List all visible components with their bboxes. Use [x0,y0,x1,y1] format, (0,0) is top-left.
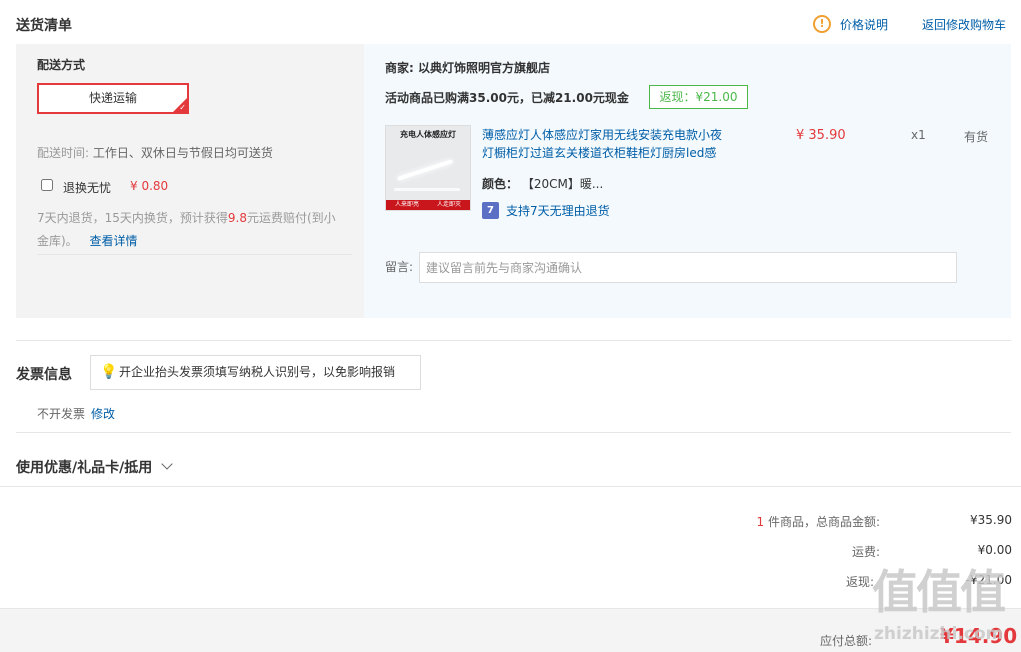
page-title: 送货清单 [16,18,72,34]
merchant-name: 以典灯饰照明官方旗舰店 [418,61,551,75]
coupon-title: 使用优惠/礼品卡/抵用 [16,460,153,476]
memo-label: 留言: [385,260,414,274]
return-insurance-checkbox[interactable] [41,179,53,191]
invoice-tip-text: 开企业抬头发票须填写纳税人识别号，以免影响报销 [119,365,396,379]
promo-text: 活动商品已购满35.00元，已减21.00元现金 [385,91,629,105]
product-name-line1: 薄感应灯人体感应灯家用无线安装充电款小夜 [482,128,723,142]
divider [37,254,352,255]
return-description: 7天内退货，15天内换货，预计获得9.8元运费赔付(到小 金库)。 查看详情 [37,207,352,253]
delivery-time-value: 工作日、双休日与节假日均可送货 [92,146,273,160]
delivery-section-label: 配送方式 [37,58,86,72]
banner-left: 人来即亮 [394,201,419,208]
return-insurance-label: 退换无忧 [63,181,112,195]
warning-icon: ! [813,15,831,33]
summary-rebate-label: 返现: [845,575,874,589]
product-name-link[interactable]: 薄感应灯人体感应灯家用无线安装充电款小夜 灯橱柜灯过道玄关楼道衣柜鞋柜灯厨房le… [482,126,782,162]
return-policy-icon: 7 [482,202,499,219]
items-total: ¥35.90 [970,513,1012,527]
invoice-status: 不开发票 [37,407,86,421]
product-quantity: x1 [911,128,926,142]
return-desc-line2: 金库)。 [37,234,78,248]
product-image-caption: 充电人体感应灯 [400,130,456,139]
details-link[interactable]: 查看详情 [90,234,138,248]
return-desc-suffix: 元运费赔付(到小 [247,211,336,225]
product-image-banner: 人来即亮 人走即灭 [386,200,470,210]
item-count: 1 [756,515,765,529]
divider [16,340,1011,341]
chevron-down-icon [161,458,173,470]
return-desc-amount: 9.8 [227,211,247,225]
delivery-time-label: 配送时间: [37,146,90,160]
divider [16,432,1011,433]
check-icon: ✓ [179,103,186,112]
lamp-bar-shape-2 [394,188,460,191]
product-color-label: 颜色： [482,177,519,191]
product-stock: 有货 [964,130,989,144]
product-color-value: 【20CM】暖... [521,177,604,191]
return-insurance-price: ¥ 0.80 [130,179,169,193]
shipping-method-button[interactable]: 快递运输 ✓ [37,83,189,114]
return-policy-link[interactable]: 支持7天无理由退货 [506,202,610,219]
invoice-title: 发票信息 [16,367,72,383]
return-desc-prefix: 7天内退货，15天内换货，预计获得 [37,211,228,225]
product-color: 颜色： 【20CM】暖... [482,175,603,192]
delivery-time: 配送时间: 工作日、双休日与节假日均可送货 [37,144,273,161]
shipping-method-label: 快递运输 [88,91,137,105]
product-image[interactable]: 充电人体感应灯 人来即亮 人走即灭 [385,125,471,211]
memo-input[interactable] [419,252,957,283]
lightbulb-icon: 💡 [100,364,118,380]
banner-right: 人走即灭 [436,201,461,208]
rebate-badge: 返现：¥21.00 [649,85,748,109]
items-label: 件商品，总商品金额: [767,515,880,529]
summary-items-row: 1 件商品，总商品金额: [660,513,880,530]
watermark-logo: 值值值 [872,565,1006,619]
merchant-label: 商家: [385,61,414,75]
invoice-edit-link[interactable]: 修改 [91,405,115,422]
watermark-site: zhizhizhi.com [874,624,1004,644]
lamp-bar-shape [396,159,454,181]
product-price: ¥ 35.90 [796,128,846,143]
invoice-tip: 💡 开企业抬头发票须填写纳税人识别号，以免影响报销 [90,355,421,390]
product-name-line2: 灯橱柜灯过道玄关楼道衣柜鞋柜灯厨房led感 [482,146,717,160]
payable-label: 应付总额: [820,634,873,648]
shipping-value: ¥0.00 [977,543,1012,557]
shipping-label: 运费: [851,545,880,559]
back-to-cart-link[interactable]: 返回修改购物车 [922,16,1006,33]
divider [0,486,1021,487]
coupon-toggle[interactable]: 使用优惠/礼品卡/抵用 [16,457,173,477]
price-note-link[interactable]: 价格说明 [840,16,888,33]
merchant-info: 商家: 以典灯饰照明官方旗舰店 [385,59,550,76]
